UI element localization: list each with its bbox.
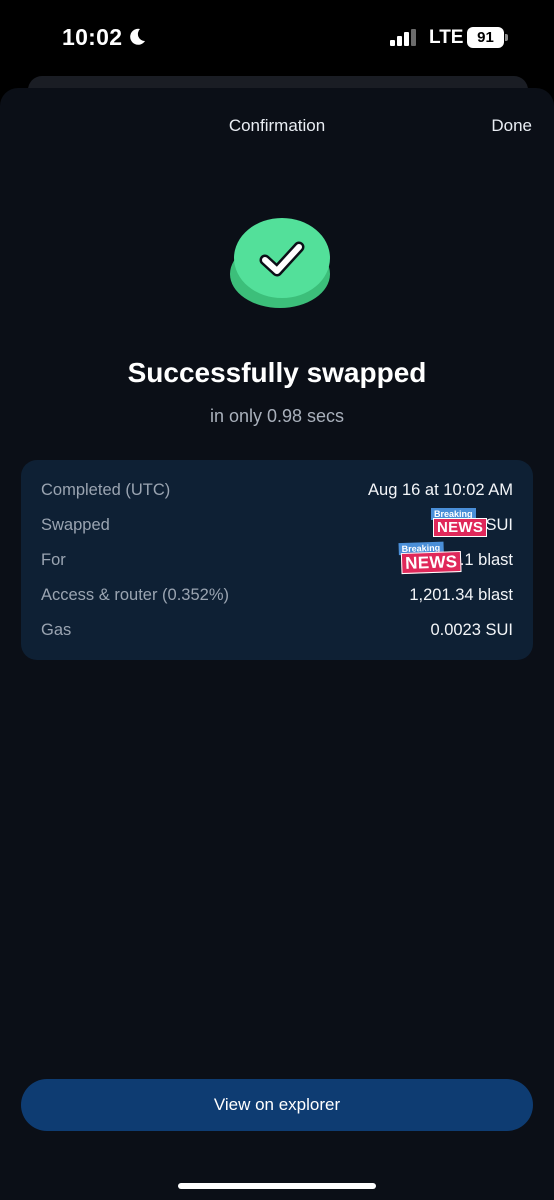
- detail-row-access-router: Access & router (0.352%) 1,201.34 blast: [41, 586, 513, 610]
- sticker-news: NEWS: [400, 550, 462, 575]
- battery-level: 91: [467, 27, 504, 48]
- detail-row-completed: Completed (UTC) Aug 16 at 10:02 AM: [41, 481, 513, 505]
- detail-label: Gas: [41, 621, 72, 639]
- detail-value: 1,201.34 blast: [409, 586, 513, 604]
- sticker-news: NEWS: [433, 518, 488, 537]
- detail-value: SUI: [485, 516, 513, 534]
- detail-row-gas: Gas 0.0023 SUI: [41, 621, 513, 645]
- view-on-explorer-button[interactable]: View on explorer: [21, 1079, 533, 1131]
- status-bar: 10:02 LTE 91: [0, 0, 554, 76]
- swap-details-card: Completed (UTC) Aug 16 at 10:02 AM Swapp…: [21, 460, 533, 660]
- status-time: 10:02: [62, 24, 123, 50]
- home-indicator: [178, 1183, 376, 1189]
- duration-text: in only 0.98 secs: [209, 406, 345, 426]
- detail-row-for: For .1 blast Breaking NEWS: [41, 541, 513, 575]
- detail-label: Completed (UTC): [41, 481, 171, 499]
- detail-value: Aug 16 at 10:02 AM: [368, 481, 513, 499]
- checkmark-icon: [230, 218, 330, 308]
- detail-label: Swapped: [41, 516, 110, 534]
- network-label: LTE: [429, 27, 464, 48]
- done-button[interactable]: Done: [491, 116, 532, 136]
- signal-icon: [390, 29, 416, 46]
- detail-label: Access & router (0.352%): [41, 586, 229, 604]
- detail-row-swapped: Swapped SUI Breaking NEWS: [41, 508, 513, 540]
- detail-value: .1 blast: [459, 551, 513, 569]
- battery-icon: 91: [467, 27, 509, 48]
- detail-label: For: [41, 551, 66, 569]
- success-headline: Successfully swapped: [127, 357, 427, 388]
- detail-value: 0.0023 SUI: [430, 621, 513, 639]
- page-title: Confirmation: [228, 116, 326, 135]
- moon-icon: [130, 28, 145, 45]
- breaking-news-sticker: Breaking NEWS: [398, 541, 465, 575]
- battery-cap: [505, 34, 508, 41]
- breaking-news-sticker: Breaking NEWS: [431, 508, 489, 537]
